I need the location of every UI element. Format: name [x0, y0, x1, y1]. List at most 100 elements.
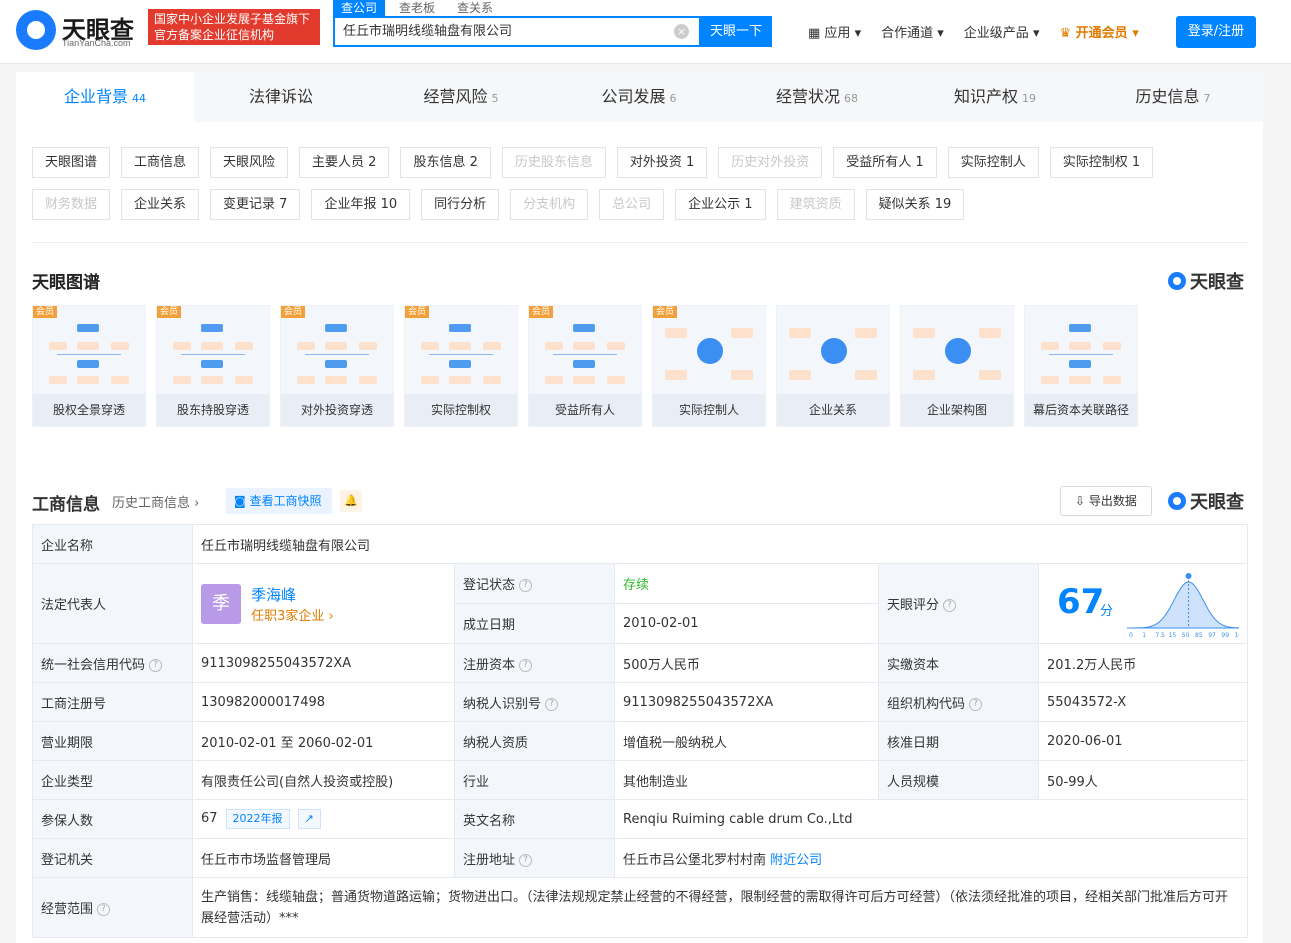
history-biz-link[interactable]: 历史工商信息 › — [112, 492, 199, 511]
graph-card-3[interactable]: 会员 实际控制权 — [404, 305, 518, 427]
tax-id-label: 纳税人识别号? — [454, 682, 615, 722]
graph-card-1[interactable]: 会员 股东持股穿透 — [156, 305, 270, 427]
search-input[interactable]: 任丘市瑞明线缆轴盘有限公司 × — [333, 16, 701, 47]
help-icon[interactable]: ? — [149, 658, 163, 672]
export-button[interactable]: ⇩ 导出数据 — [1060, 486, 1152, 516]
chip-0-8[interactable]: 受益所有人 1 — [833, 147, 937, 178]
graph-card-label: 企业关系 — [777, 394, 889, 426]
help-icon[interactable]: ? — [545, 697, 559, 711]
main-tabs: 企业背景 44 法律诉讼 经营风险 5 公司发展 6 经营状况 68 知识产权 19 历史信息 7 — [16, 72, 1263, 122]
search-button[interactable]: 天眼一下 — [700, 16, 772, 47]
score-tick: 50 — [1182, 632, 1190, 638]
chip-0-0[interactable]: 天眼图谱 — [32, 147, 111, 178]
graph-card-5[interactable]: 会员 实际控制人 — [652, 305, 766, 427]
nearby-companies-link[interactable]: 附近公司 — [770, 853, 822, 868]
found-value: 2010-02-01 — [614, 603, 879, 644]
promo-banner[interactable]: 国家中小企业发展子基金旗下 官方备案企业征信机构 — [148, 9, 320, 45]
search-tab-relation[interactable]: 查关系 — [449, 0, 501, 16]
tab-0[interactable]: 企业背景 44 — [16, 72, 194, 122]
legal-rep-cell: 季 季海峰 任职3家企业 › — [192, 563, 455, 644]
help-icon[interactable]: ? — [519, 579, 533, 592]
search-tab-boss[interactable]: 查老板 — [391, 0, 443, 16]
chip-1-4[interactable]: 同行分析 — [421, 189, 500, 220]
chip-0-9[interactable]: 实际控制人 — [947, 147, 1039, 178]
tab-6[interactable]: 历史信息 7 — [1084, 72, 1262, 122]
authority-label: 登记机关 — [32, 838, 193, 878]
chip-0-3[interactable]: 主要人员 2 — [299, 147, 390, 178]
help-icon[interactable]: ? — [969, 697, 983, 711]
chip-1-7[interactable]: 企业公示 1 — [675, 189, 766, 220]
search-value: 任丘市瑞明线缆轴盘有限公司 — [343, 24, 513, 39]
score-tick: 99 — [1221, 632, 1229, 638]
chip-1-2[interactable]: 变更记录 7 — [210, 189, 301, 220]
annual-report-tag[interactable]: 2022年报 — [225, 809, 290, 829]
chip-0-2[interactable]: 天眼风险 — [210, 147, 289, 178]
vip-badge: 会员 — [653, 306, 678, 318]
search-tab-company[interactable]: 查公司 — [333, 0, 386, 16]
bell-icon[interactable]: 🔔 — [340, 490, 362, 512]
score-tick: 85 — [1195, 632, 1203, 638]
tab-4[interactable]: 经营状况 68 — [728, 72, 906, 122]
logo[interactable]: 天眼查 TianYanCha.com — [16, 10, 134, 50]
camera-icon: ◙ — [234, 494, 250, 508]
tab-2[interactable]: 经营风险 5 — [372, 72, 550, 122]
logo-icon — [16, 10, 56, 50]
chip-0-4[interactable]: 股东信息 2 — [400, 147, 491, 178]
legal-rep-name[interactable]: 季海峰 — [251, 584, 334, 605]
company-name-label: 企业名称 — [32, 524, 193, 564]
graph-section-title: 天眼图谱 — [32, 273, 100, 293]
chip-0-6[interactable]: 对外投资 1 — [616, 147, 708, 178]
chip-0-10[interactable]: 实际控制权 1 — [1049, 147, 1154, 178]
tax-id-value: 9113098255043572XA — [614, 682, 879, 722]
graph-card-8[interactable]: 幕后资本关联路径 — [1024, 305, 1138, 427]
chip-1-1[interactable]: 企业关系 — [121, 189, 200, 220]
chip-1-9[interactable]: 疑似关系 19 — [865, 189, 965, 220]
trend-chart-icon[interactable]: ↗ — [297, 809, 321, 829]
help-icon[interactable]: ? — [519, 658, 533, 672]
snapshot-button[interactable]: ◙ 查看工商快照 — [226, 488, 332, 514]
graph-card-6[interactable]: 企业关系 — [776, 305, 890, 427]
org-code-label: 组织机构代码? — [878, 682, 1039, 722]
graph-card-label: 幕后资本关联路径 — [1025, 394, 1137, 426]
graph-card-2[interactable]: 会员 对外投资穿透 — [280, 305, 394, 427]
nav-enterprise[interactable]: 企业级产品 ▾ — [964, 22, 1040, 41]
approve-date-value: 2020-06-01 — [1038, 721, 1248, 761]
biz-info-table: 企业名称 任丘市瑞明线缆轴盘有限公司 法定代表人 季 季海峰 任职3家企业 › … — [32, 524, 1248, 938]
graph-card-7[interactable]: 企业架构图 — [900, 305, 1014, 427]
help-icon[interactable]: ? — [943, 599, 957, 612]
tab-3[interactable]: 公司发展 6 — [550, 72, 728, 122]
nav-apps[interactable]: ▦ 应用 ▾ — [808, 22, 861, 41]
tax-qual-value: 增值税一般纳税人 — [614, 721, 879, 761]
main-card: 企业背景 44 法律诉讼 经营风险 5 公司发展 6 经营状况 68 知识产权 19 历史信息 7 天眼… — [16, 72, 1263, 943]
graph-card-0[interactable]: 会员 股权全景穿透 — [32, 305, 146, 427]
tab-1[interactable]: 法律诉讼 — [194, 72, 372, 122]
clear-icon[interactable]: × — [674, 24, 689, 39]
score-unit: 分 — [1100, 604, 1114, 619]
score-tick: 7.5 — [1155, 632, 1165, 638]
nav-partner[interactable]: 合作通道 ▾ — [881, 22, 944, 41]
industry-value: 其他制造业 — [614, 760, 879, 800]
chip-0-1[interactable]: 工商信息 — [121, 147, 200, 178]
nav-vip[interactable]: ♛ 开通会员 ▾ — [1059, 22, 1138, 41]
legal-rep-label: 法定代表人 — [32, 563, 193, 644]
company-type-label: 企业类型 — [32, 760, 193, 800]
legal-rep-companies[interactable]: 任职3家企业 › — [251, 605, 334, 624]
vip-badge: 会员 — [157, 306, 182, 318]
graph-card-label: 受益所有人 — [529, 394, 641, 426]
avatar[interactable]: 季 — [201, 583, 241, 624]
graph-card-4[interactable]: 会员 受益所有人 — [528, 305, 642, 427]
chip-1-8: 建筑资质 — [776, 189, 855, 220]
org-code-value: 55043572-X — [1038, 682, 1248, 722]
graph-thumbnail — [413, 320, 509, 392]
chip-1-3[interactable]: 企业年报 10 — [311, 189, 411, 220]
graph-thumbnail — [661, 320, 757, 392]
help-icon[interactable]: ? — [97, 903, 111, 916]
score-label: 天眼评分? — [878, 563, 1039, 644]
term-label: 营业期限 — [32, 721, 193, 761]
help-icon[interactable]: ? — [519, 853, 533, 867]
score-value: 67 — [1057, 582, 1105, 622]
login-button[interactable]: 登录/注册 — [1176, 16, 1256, 48]
graph-card-label: 对外投资穿透 — [281, 394, 393, 426]
chip-0-5: 历史股东信息 — [501, 147, 606, 178]
tab-5[interactable]: 知识产权 19 — [906, 72, 1084, 122]
